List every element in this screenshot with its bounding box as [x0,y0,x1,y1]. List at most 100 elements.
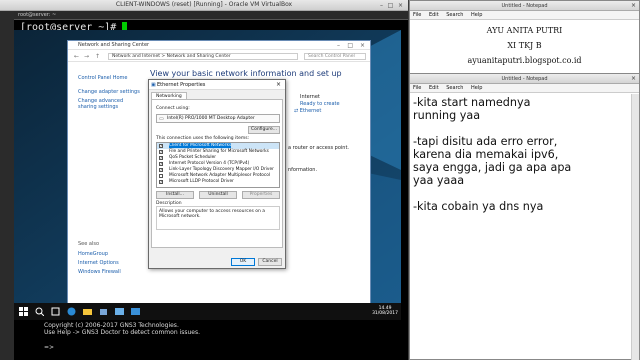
homegroup-link[interactable]: HomeGroup [78,251,108,257]
terminal-tab[interactable]: root@server: ~ [14,11,408,20]
notepad-menubar: File Edit Search Help [410,84,639,93]
forward-icon[interactable]: → [84,53,89,60]
maximize-icon[interactable]: □ [387,2,394,9]
adapter-icon: ▭ [159,116,164,122]
ready-to-create-link[interactable]: Ready to create [300,101,340,107]
ethernet-icon: ⇄ [294,108,299,114]
notepad-title: Untitled - Notepad [501,3,548,9]
item-label: Microsoft Network Adapter Multiplexor Pr… [169,173,271,178]
adapter-name: Intel(R) PRO/1000 MT Desktop Adapter [167,116,255,121]
router-text: a router or access point. [288,145,349,151]
menu-file[interactable]: File [413,12,421,18]
breadcrumb[interactable]: Network and Internet > Network and Shari… [108,53,298,60]
uninstall-button[interactable]: Uninstall [199,191,237,199]
windows-taskbar: 14.49 31/08/2017 [14,303,401,320]
minimize-icon[interactable]: – [378,2,385,9]
checkbox[interactable]: ✓ [159,150,163,154]
menu-help[interactable]: Help [471,12,482,18]
info-text: nformation. [288,167,318,173]
ethernet-properties-dialog: ▣ Ethernet Properties × Networking Conne… [148,79,286,269]
close-icon[interactable]: × [631,1,636,11]
menu-edit[interactable]: Edit [429,85,439,91]
back-icon[interactable]: ← [74,53,79,60]
eth-body: Connect using: ▭ Intel(R) PRO/1000 MT De… [151,99,283,248]
menu-search[interactable]: Search [446,12,463,18]
up-icon[interactable]: ↑ [95,53,100,60]
notepad-window-2: Untitled - Notepad × File Edit Search He… [409,73,640,360]
windows-firewall-link[interactable]: Windows Firewall [78,269,121,275]
control-panel-home-link[interactable]: Control Panel Home [78,75,128,81]
nsc-sidebar: Control Panel Home Change adapter settin… [68,63,148,311]
nsc-address-bar: ← → ↑ Network and Internet > Network and… [68,51,370,62]
notepad-window-1: Untitled - Notepad × File Edit Search He… [409,0,640,82]
file-explorer-icon[interactable] [83,307,92,316]
network-icon: ▣ [151,82,156,88]
change-adapter-settings-link[interactable]: Change adapter settings [78,89,140,95]
item-label: Microsoft LLDP Protocol Driver [169,179,234,184]
clock-date: 31/08/2017 [372,311,398,316]
virtualbox-title: CLIENT-WINDOWS (reset) [Running] - Oracl… [115,1,293,8]
eth-title: Ethernet Properties [157,82,206,88]
items-list[interactable]: ✓ Client for Microsoft Networks ✓ File and… [156,142,280,188]
checkbox[interactable]: ✓ [159,180,163,184]
checkbox[interactable]: ✓ [159,162,163,166]
minimize-icon[interactable]: – [337,41,340,50]
description-box: Allows your computer to access resources… [156,206,280,230]
clock[interactable]: 14.49 31/08/2017 [372,306,398,316]
task-view-icon[interactable] [51,307,60,316]
search-input[interactable]: Search Control Panel [304,53,366,60]
gns3-console-output: Copyright (c) 2006-2017 GNS3 Technologie… [44,322,200,336]
gns3-prompt[interactable]: => [44,344,54,351]
item-label: File and Printer Sharing for Microsoft N… [169,149,269,154]
checkbox[interactable]: ✓ [159,144,163,148]
windows-start-icon[interactable] [19,307,28,316]
configure-button[interactable]: Configure... [248,126,280,134]
internet-options-link[interactable]: Internet Options [78,260,119,266]
checkbox[interactable] [159,174,163,178]
menu-help[interactable]: Help [471,85,482,91]
item-label: Internet Protocol Version 4 (TCP/IPv4) [169,161,250,166]
cancel-button[interactable]: Cancel [258,258,282,266]
ethernet-label: Ethernet [299,108,322,114]
item-label: Link-Layer Topology Discovery Mapper I/O… [169,167,274,172]
close-icon[interactable]: × [360,41,365,50]
close-icon[interactable]: × [397,2,404,9]
menu-file[interactable]: File [413,85,421,91]
maximize-icon[interactable]: □ [347,41,353,50]
notepad-menubar: File Edit Search Help [410,11,639,20]
scrollbar[interactable] [631,94,639,360]
search-icon[interactable] [35,307,44,316]
text-line: XI TKJ B [507,41,542,50]
properties-button[interactable]: Properties [242,191,280,199]
description-text: Allows your computer to access resources… [159,209,266,219]
eth-titlebar: ▣ Ethernet Properties × [149,80,285,90]
notepad-titlebar: Untitled - Notepad × [410,74,639,84]
guest-left-margin [0,11,14,360]
internet-label: Internet [300,94,320,100]
menu-search[interactable]: Search [446,85,463,91]
notepad-titlebar: Untitled - Notepad × [410,1,639,11]
menu-edit[interactable]: Edit [429,12,439,18]
checkbox[interactable]: ✓ [159,168,163,172]
close-icon[interactable]: × [631,74,636,84]
text-line: ayuanitaputri.blogspot.co.id [467,56,582,65]
control-panel-icon[interactable] [115,307,124,316]
nsc-title: Network and Sharing Center [78,42,150,48]
ethernet-link[interactable]: ⇄ Ethernet [294,108,321,114]
adapter-field: ▭ Intel(R) PRO/1000 MT Desktop Adapter [156,114,280,123]
checkbox[interactable]: ✓ [159,156,163,160]
install-button[interactable]: Install... [156,191,194,199]
list-item[interactable]: ✓ Microsoft LLDP Protocol Driver [157,179,279,185]
notepad-text-area[interactable]: AYU ANITA PUTRI XI TKJ B ayuanitaputri.b… [410,23,639,68]
notepad-title: Untitled - Notepad [501,76,548,82]
notepad-text-area[interactable]: -kita start namednya running yaa -tapi d… [413,96,633,213]
network-center-icon[interactable] [131,307,140,316]
ok-button[interactable]: OK [231,258,255,266]
text-line: AYU ANITA PUTRI [486,26,563,35]
items-label: This connection uses the following items… [156,136,250,141]
store-icon[interactable] [99,307,108,316]
close-icon[interactable]: × [276,80,281,90]
nsc-titlebar: Network and Sharing Center – □ × [68,41,370,50]
change-advanced-sharing-link[interactable]: Change advanced sharing settings [78,98,136,110]
edge-icon[interactable] [67,307,76,316]
